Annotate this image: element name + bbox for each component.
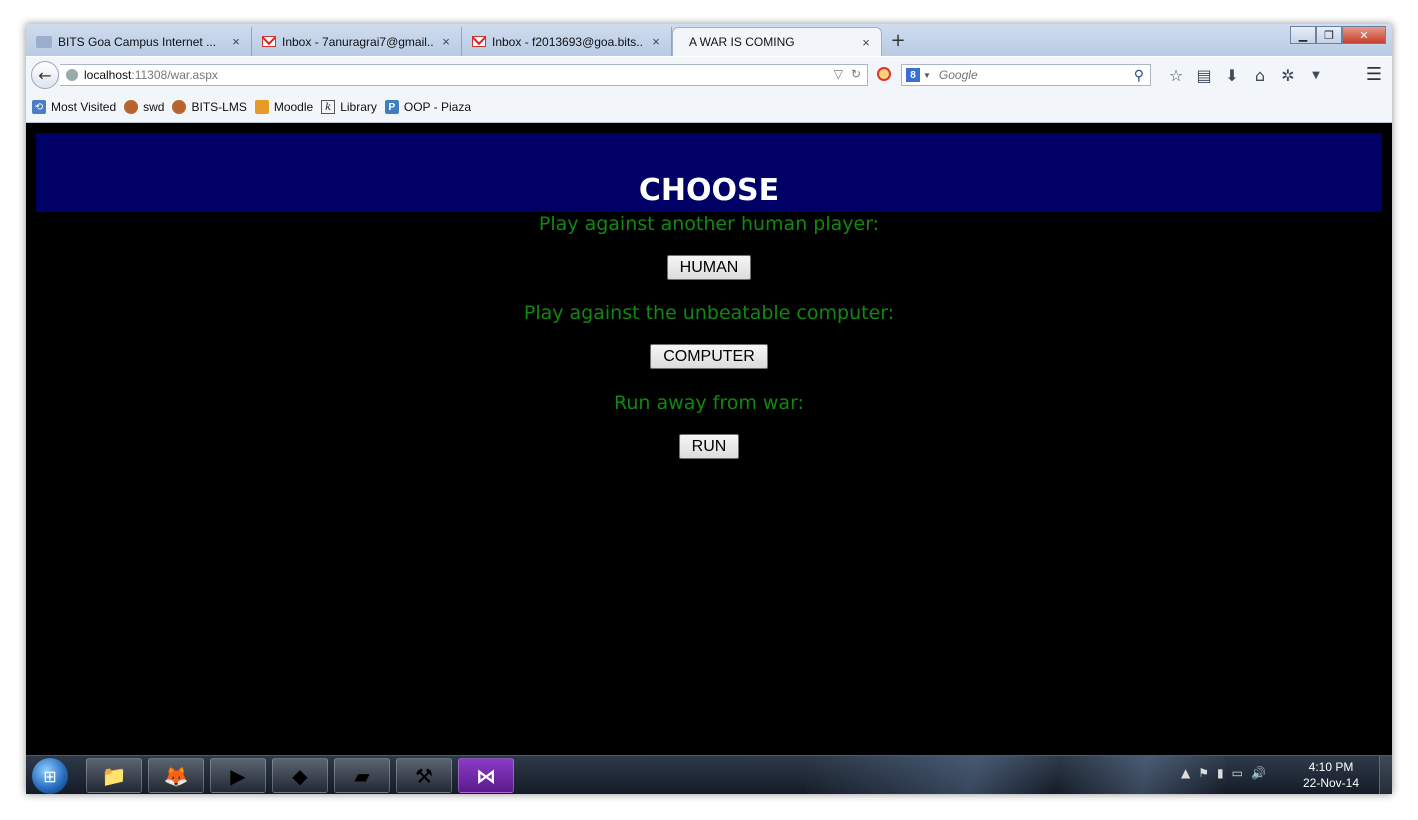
menu-icon[interactable]: ☰ <box>1366 64 1382 85</box>
firefox-icon[interactable]: 🦊 <box>148 758 204 793</box>
bookmarks-bar: ⟲ Most Visited swd BITS-LMS Moodle k Lib… <box>26 92 1392 123</box>
chevron-down-icon[interactable]: ▼ <box>923 71 931 80</box>
show-desktop-button[interactable] <box>1379 756 1392 794</box>
gmail-icon <box>472 36 486 47</box>
address-bar[interactable]: localhost:11308/war.aspx ▽ ↻ <box>60 64 868 86</box>
network-icon <box>36 35 52 48</box>
reload-icon[interactable]: ↻ <box>851 67 861 81</box>
power-icon[interactable]: ▮ <box>1217 766 1224 780</box>
reading-list-icon[interactable]: ▤ <box>1190 64 1218 86</box>
chevron-down-icon[interactable]: ▼ <box>1302 64 1330 86</box>
url-actions: ▽ ↻ <box>834 67 861 81</box>
file-explorer-icon[interactable]: 📁 <box>86 758 142 793</box>
human-prompt: Play against another human player: <box>538 213 880 235</box>
tools-icon[interactable]: ⚒ <box>396 758 452 793</box>
app-icon[interactable]: ◆ <box>272 758 328 793</box>
system-tray: ▲ ⚑ ▮ ▭ 🔊 <box>1181 766 1266 780</box>
computer-button-wrap: COMPUTER <box>26 344 1392 369</box>
search-bar[interactable]: 8 ▼ ⚲ <box>901 64 1151 86</box>
close-icon[interactable]: × <box>439 34 453 49</box>
close-icon[interactable]: × <box>859 35 873 50</box>
run-button-wrap: RUN <box>26 434 1392 459</box>
tab-bits-internet[interactable]: BITS Goa Campus Internet ... × <box>26 27 252 56</box>
search-input[interactable] <box>936 67 1134 83</box>
close-window-button[interactable]: ✕ <box>1342 26 1386 44</box>
clock[interactable]: 4:10 PM 22-Nov-14 <box>1296 759 1366 791</box>
close-icon[interactable]: × <box>229 34 243 49</box>
bookmark-moodle[interactable]: Moodle <box>254 100 314 114</box>
tab-gmail-2[interactable]: Inbox - f2013693@goa.bits... × <box>462 27 672 56</box>
bookmark-label: Moodle <box>273 100 314 114</box>
tab-title: A WAR IS COMING <box>689 35 795 49</box>
page-content: CHOOSE Play against another human player… <box>26 123 1392 755</box>
back-button[interactable]: ← <box>31 61 59 89</box>
flag-icon[interactable]: ⚑ <box>1198 766 1209 780</box>
clock-time: 4:10 PM <box>1308 760 1354 774</box>
run-prompt: Run away from war: <box>614 392 804 414</box>
download-icon[interactable]: ⬇ <box>1218 64 1246 86</box>
bookmark-label: Library <box>340 100 377 114</box>
media-player-icon[interactable]: ▶ <box>210 758 266 793</box>
most-visited-icon: ⟲ <box>32 100 46 114</box>
human-button-wrap: HUMAN <box>26 255 1392 280</box>
library-icon: k <box>321 100 336 114</box>
close-icon[interactable]: × <box>649 34 663 49</box>
addon-icon[interactable]: ✲ <box>1274 64 1302 86</box>
notepad-icon[interactable]: ▰ <box>334 758 390 793</box>
bookmark-most-visited[interactable]: ⟲ Most Visited <box>32 100 116 114</box>
tab-title: Inbox - f2013693@goa.bits... <box>492 34 643 49</box>
owl-icon <box>172 100 187 114</box>
home-icon[interactable]: ⌂ <box>1246 64 1274 86</box>
taskbar: ⊞ 📁 🦊 ▶ ◆ ▰ ⚒ ⋈ ▲ ⚑ ▮ ▭ 🔊 4:10 PM 22-Nov… <box>26 755 1392 794</box>
browser-window: BITS Goa Campus Internet ... × Inbox - 7… <box>26 24 1392 794</box>
toolbar: ☆ ▤ ⬇ ⌂ ✲ ▼ <box>1162 64 1330 86</box>
tab-title: Inbox - 7anuragrai7@gmail... <box>282 34 433 49</box>
gmail-icon <box>262 36 276 47</box>
bookmark-library[interactable]: k Library <box>321 100 377 114</box>
visual-studio-icon[interactable]: ⋈ <box>458 758 514 793</box>
bookmark-label: BITS-LMS <box>191 100 247 114</box>
new-tab-button[interactable]: + <box>888 30 908 51</box>
noscript-icon[interactable] <box>877 67 891 81</box>
url-host: localhost <box>84 68 132 82</box>
clock-date: 22-Nov-14 <box>1302 776 1360 790</box>
bookmark-label: swd <box>143 100 165 114</box>
navigation-bar: ← localhost:11308/war.aspx ▽ ↻ 8 ▼ ⚲ ☆ ▤… <box>26 56 1392 93</box>
google-icon[interactable]: 8 <box>906 68 920 82</box>
computer-button[interactable]: COMPUTER <box>650 344 768 369</box>
search-icon[interactable]: ⚲ <box>1134 67 1144 84</box>
header-banner: CHOOSE <box>36 133 1382 212</box>
globe-icon <box>66 69 78 81</box>
computer-prompt: Play against the unbeatable computer: <box>523 302 895 324</box>
owl-icon <box>124 100 139 114</box>
tab-war-active[interactable]: A WAR IS COMING × <box>672 27 882 56</box>
bookmark-label: OOP - Piaza <box>403 100 472 114</box>
bookmark-star-icon[interactable]: ☆ <box>1162 64 1190 86</box>
volume-icon[interactable]: 🔊 <box>1251 766 1266 780</box>
chevron-up-icon[interactable]: ▲ <box>1181 766 1190 780</box>
page-title: CHOOSE <box>638 173 780 208</box>
network-icon[interactable]: ▭ <box>1232 766 1243 780</box>
bookmark-label: Most Visited <box>51 100 117 114</box>
moodle-icon <box>254 100 269 114</box>
bookmark-bits-lms[interactable]: BITS-LMS <box>172 100 247 114</box>
dropdown-arrow-icon[interactable]: ▽ <box>834 67 843 81</box>
tab-title: BITS Goa Campus Internet ... <box>58 34 217 49</box>
taskbar-background-art <box>806 756 1226 794</box>
start-button[interactable]: ⊞ <box>32 758 68 794</box>
minimize-button[interactable]: ▁ <box>1290 26 1316 44</box>
run-button[interactable]: RUN <box>678 434 740 459</box>
tab-strip: BITS Goa Campus Internet ... × Inbox - 7… <box>26 24 1392 56</box>
piazza-icon: P <box>384 100 399 114</box>
bookmark-oop-piaza[interactable]: P OOP - Piaza <box>384 100 472 114</box>
window-controls: ▁ ❐ ✕ <box>1290 26 1386 44</box>
bookmark-swd[interactable]: swd <box>124 100 164 114</box>
restore-button[interactable]: ❐ <box>1316 26 1342 44</box>
url-path: :11308/war.aspx <box>131 68 218 82</box>
human-button[interactable]: HUMAN <box>666 255 752 280</box>
tab-gmail-1[interactable]: Inbox - 7anuragrai7@gmail... × <box>252 27 462 56</box>
